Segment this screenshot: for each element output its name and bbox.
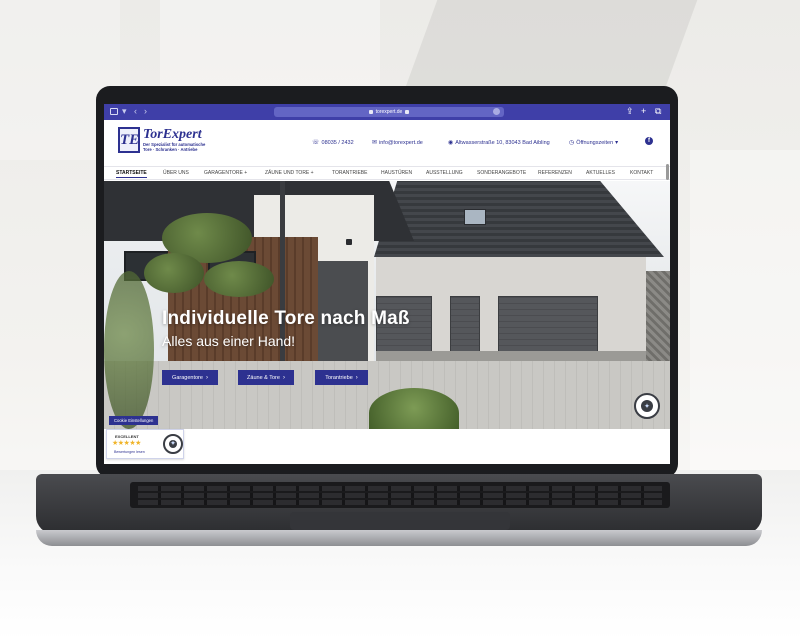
key-row: [138, 500, 662, 505]
star-rating-icon: ★★★★★: [112, 440, 141, 447]
review-badge[interactable]: EXCELLENT ★★★★★ Bewertungen lesen ✦: [106, 429, 184, 459]
hero-side-door: [450, 296, 480, 358]
forward-icon[interactable]: ›: [144, 106, 147, 116]
nav-item-aktuelles[interactable]: Aktuelles: [586, 170, 615, 176]
key-row: [138, 486, 662, 491]
tab-overview-icon[interactable]: ⧉: [655, 106, 661, 117]
hero-stone-wall: [646, 271, 670, 371]
nav-item-haustueren[interactable]: Haustüren: [381, 170, 412, 176]
cta-label: Torantriebe: [325, 374, 353, 381]
facebook-icon[interactable]: f: [645, 137, 653, 145]
cta-garagentore-button[interactable]: Garagentore ›: [162, 370, 218, 385]
email-address: info@torexpert.de: [379, 139, 423, 146]
nav-item-garagentore[interactable]: Garagentore +: [204, 170, 247, 176]
logo-mark: TE: [118, 127, 140, 153]
wall-shadow: [402, 0, 698, 95]
read-reviews-link[interactable]: Bewertungen lesen: [114, 450, 145, 454]
trackpad: [290, 512, 510, 530]
new-tab-icon[interactable]: +: [641, 106, 646, 116]
logo-name: TorExpert: [143, 127, 202, 142]
nav-item-zaeune-und-tore[interactable]: Zäune und Tore +: [265, 170, 314, 176]
nav-item-referenzen[interactable]: Referenzen: [538, 170, 572, 176]
opening-hours-label: Öffnungszeiten: [576, 139, 614, 146]
address-bar[interactable]: torexpert.de: [274, 107, 504, 117]
hero-tree: [204, 261, 274, 297]
hero-garage-door: [498, 296, 598, 358]
key-row: [138, 493, 662, 498]
shield-icon: ✦: [168, 439, 178, 449]
hero-wall-base: [376, 351, 646, 361]
page-icon: [368, 110, 373, 114]
certificate-seal-icon: ✦: [163, 434, 183, 454]
reload-icon[interactable]: [493, 108, 500, 115]
address-link[interactable]: ◉ Altwasserstraße 10, 83043 Bad Aibling: [448, 139, 550, 147]
nav-item-kontakt[interactable]: Kontakt: [630, 170, 653, 176]
chevron-down-icon: ▾: [615, 140, 619, 146]
address-text: Altwasserstraße 10, 83043 Bad Aibling: [455, 139, 550, 146]
chevron-right-icon: ›: [205, 374, 208, 381]
hero-banner: Individuelle Tore nach Maß Alles aus ein…: [104, 181, 670, 429]
email-icon: ✉: [372, 140, 378, 146]
location-icon: ◉: [448, 140, 454, 146]
cta-torantriebe-button[interactable]: Torantriebe ›: [315, 370, 368, 385]
url-text: torexpert.de: [375, 109, 403, 115]
nav-item-startseite[interactable]: Startseite: [116, 170, 147, 178]
site-header: TE TorExpert Der Spezialist für automati…: [104, 120, 670, 166]
hero-foreground-plant: [104, 271, 154, 429]
nav-item-ausstellung[interactable]: Ausstellung: [426, 170, 463, 176]
main-navigation: Startseite Über uns Garagentore + Zäune …: [104, 166, 670, 180]
email-link[interactable]: ✉ info@torexpert.de: [372, 139, 423, 147]
phone-link[interactable]: ☏ 08035 / 2432: [312, 139, 354, 147]
wall-light-patch: [690, 150, 800, 480]
logo-tagline: Der Spezialist für automatische Tore · S…: [143, 142, 206, 152]
lock-icon: [405, 110, 410, 114]
back-icon[interactable]: ‹: [134, 106, 137, 116]
nav-item-ueber-uns[interactable]: Über uns: [163, 170, 189, 176]
scrollbar[interactable]: [666, 164, 669, 180]
certificate-seal-icon[interactable]: ✦: [634, 393, 660, 419]
cta-zaeune-tore-button[interactable]: Zäune & Tore ›: [238, 370, 294, 385]
phone-icon: ☏: [312, 140, 320, 146]
phone-number: 08035 / 2432: [321, 139, 354, 146]
cta-label: Zäune & Tore: [247, 374, 280, 381]
browser-toolbar: ▾ ‹ › torexpert.de ⇪ + ⧉: [104, 104, 670, 120]
laptop-front-edge: [36, 530, 762, 546]
opening-hours-toggle[interactable]: ◷ Öffnungszeiten ▾: [569, 139, 619, 147]
nav-item-torantriebe[interactable]: Torantriebe: [332, 170, 367, 176]
page-content-area: [104, 429, 670, 464]
clock-icon: ◷: [569, 140, 575, 146]
chevron-right-icon: ›: [355, 374, 358, 381]
nav-item-sonderangebote[interactable]: Sonderangebote: [477, 170, 526, 176]
shield-icon: ✦: [640, 399, 654, 413]
laptop-screen: ▾ ‹ › torexpert.de ⇪ + ⧉ TE TorExpert De…: [104, 104, 670, 464]
cookie-settings-button[interactable]: Cookie Einstellungen: [109, 416, 159, 425]
logo[interactable]: TE TorExpert Der Spezialist für automati…: [118, 127, 214, 157]
share-icon[interactable]: ⇪: [626, 106, 634, 117]
cta-label: Garagentore: [172, 374, 203, 381]
hero-title: Individuelle Tore nach Maß: [162, 308, 410, 329]
hero-subtitle: Alles aus einer Hand!: [162, 333, 296, 349]
hero-tree: [144, 253, 204, 293]
sidebar-icon[interactable]: [110, 108, 118, 115]
hero-wall-lamp: [346, 239, 352, 245]
hero-skylight: [464, 209, 486, 225]
chevron-down-icon[interactable]: ▾: [122, 106, 127, 117]
chevron-right-icon: ›: [282, 374, 285, 381]
